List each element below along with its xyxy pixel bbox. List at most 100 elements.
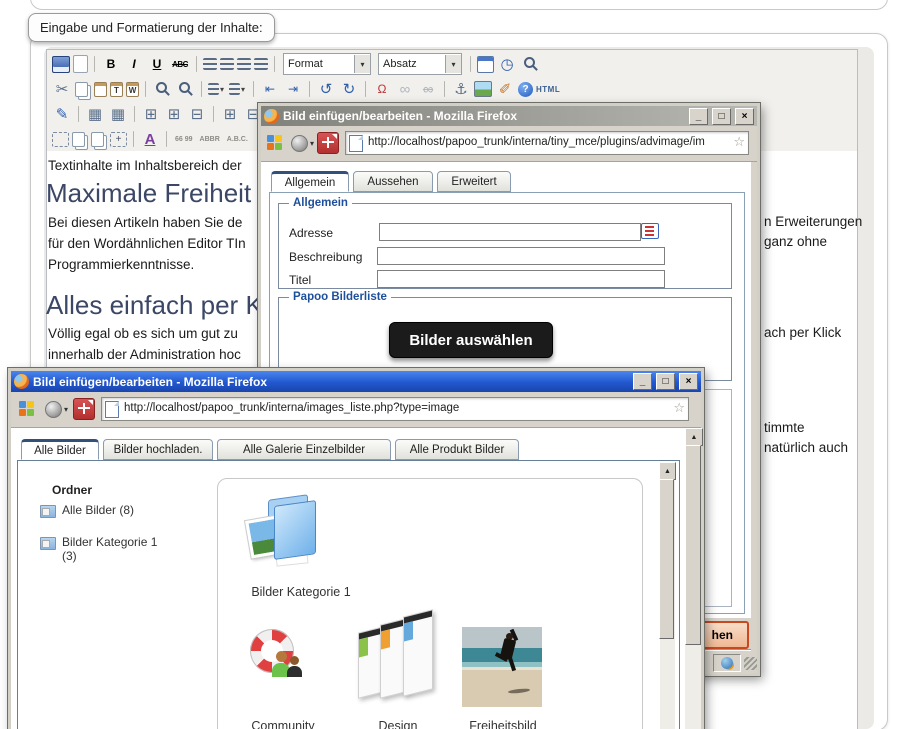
table-edit-icon[interactable]: ✎ [52,105,72,123]
minimize-button[interactable]: _ [633,373,652,390]
dialog-imageslist-titlebar[interactable]: Bild einfügen/bearbeiten - Mozilla Firef… [11,371,701,392]
redo-icon[interactable]: ↻ [339,80,359,98]
tab-alle-galerie-einzelbilder[interactable]: Alle Galerie Einzelbilder [217,439,391,460]
unlink-icon[interactable]: ∞ [418,80,438,98]
format-select[interactable]: Format ▾ [283,53,371,75]
image-icon[interactable] [474,81,492,97]
paste-icon[interactable] [94,82,107,97]
find-icon[interactable] [152,80,172,98]
bookmark-star-icon[interactable]: ☆ [733,134,745,150]
tab-bilder-hochladen[interactable]: Bilder hochladen. [103,439,213,460]
close-button[interactable]: × [679,373,698,390]
layer-forward-icon[interactable] [72,132,85,147]
link-icon[interactable]: ∞ [395,80,415,98]
save-icon[interactable] [52,56,70,73]
indent-icon[interactable]: ⇥ [283,80,303,98]
folder-item-bilder-kategorie-1[interactable]: Bilder Kategorie 1 (3) [40,535,180,563]
paste-word-icon[interactable]: W [126,82,139,97]
scrollbar-up-icon[interactable]: ▲ [659,462,676,480]
thumbnail-label[interactable]: Freiheitsbild [448,719,558,729]
tab-allgemein[interactable]: Allgemein [271,171,349,192]
thumbnail-design[interactable] [356,613,436,706]
align-left-icon[interactable] [203,58,217,70]
help-icon[interactable]: ? [518,82,533,97]
titel-input[interactable] [377,270,665,288]
align-center-icon[interactable] [220,58,234,70]
close-button[interactable]: × [735,108,754,125]
url-bar[interactable]: http://localhost/papoo_trunk/interna/tin… [345,131,749,155]
thumbnail-community[interactable] [248,627,310,689]
bilder-auswaehlen-button[interactable]: Bilder auswählen [389,322,553,358]
abbr-icon[interactable]: ABBR [198,130,222,148]
new-document-icon[interactable] [73,55,88,73]
folder-item-alle-bilder[interactable]: Alle Bilder (8) [40,503,134,518]
copy-icon[interactable] [75,82,88,97]
tab-alle-produkt-bilder[interactable]: Alle Produkt Bilder [395,439,519,460]
outdent-icon[interactable]: ⇤ [260,80,280,98]
find-replace-icon[interactable] [175,80,195,98]
dropdown-caret-icon[interactable]: ▾ [218,80,226,98]
table-props-icon[interactable]: ▦ [108,105,128,123]
chevron-down-icon[interactable]: ▾ [445,55,461,73]
italic-icon[interactable]: I [124,55,144,73]
scrollbar-up-icon[interactable]: ▲ [685,428,703,446]
thumbnail-freiheitsbild[interactable] [462,627,542,707]
align-right-icon[interactable] [237,58,251,70]
html-icon[interactable]: HTML [536,80,560,98]
adresse-input[interactable] [379,223,641,241]
url-bar[interactable]: http://localhost/papoo_trunk/interna/ima… [101,397,689,421]
beschreibung-input[interactable] [377,247,665,265]
papoo-bookmark-icon[interactable] [73,398,95,420]
cleanup-icon[interactable]: ✐ [495,80,515,98]
maximize-button[interactable]: □ [656,373,675,390]
maximize-button[interactable]: □ [712,108,731,125]
chevron-down-icon[interactable]: ▾ [64,405,68,414]
url-text[interactable]: http://localhost/papoo_trunk/interna/tin… [368,136,728,148]
dialog-advimage-titlebar[interactable]: Bild einfügen/bearbeiten - Mozilla Firef… [261,106,757,126]
paragraph-select[interactable]: Absatz ▾ [378,53,462,75]
tab-aussehen[interactable]: Aussehen [353,171,433,192]
browse-images-icon[interactable] [641,223,659,239]
papoo-grid-icon[interactable] [267,135,282,150]
bold-icon[interactable]: B [101,55,121,73]
visual-aid-icon[interactable] [52,132,69,147]
char-map-icon[interactable]: Ω [372,80,392,98]
layer-backward-icon[interactable] [91,132,104,147]
panel-scrollbar-thumb[interactable] [659,479,674,639]
globe-icon[interactable] [45,401,62,418]
bookmark-star-icon[interactable]: ☆ [673,400,685,416]
chevron-down-icon[interactable]: ▾ [354,55,370,73]
thumbnail-label[interactable]: Community [228,719,338,729]
minimize-button[interactable]: _ [689,108,708,125]
row-before-icon[interactable]: ⊞ [141,105,161,123]
acronym-icon[interactable]: A.B.C. [225,130,250,148]
tab-erweitert[interactable]: Erweitert [437,171,511,192]
papoo-bookmark-icon[interactable] [317,132,339,154]
align-justify-icon[interactable] [254,58,268,70]
anchor-icon[interactable]: ⚓ [451,80,471,98]
tab-alle-bilder[interactable]: Alle Bilder [21,439,99,460]
bilder-kategorie-folder-label[interactable]: Bilder Kategorie 1 [226,585,376,599]
insert-layer-icon[interactable]: + [110,132,127,147]
cut-icon[interactable]: ✂ [52,80,72,98]
bilder-kategorie-folder-icon[interactable] [246,489,318,575]
chevron-down-icon[interactable]: ▾ [310,139,314,148]
insert-date-icon[interactable] [477,56,494,73]
url-text[interactable]: http://localhost/papoo_trunk/interna/ima… [124,402,668,414]
style-props-icon[interactable]: A [140,130,160,148]
window-scrollbar-thumb[interactable] [685,445,701,645]
insert-time-icon[interactable]: ◷ [497,55,517,73]
preview-icon[interactable] [520,55,540,73]
row-delete-icon[interactable]: ⊟ [187,105,207,123]
row-after-icon[interactable]: ⊞ [164,105,184,123]
undo-icon[interactable]: ↺ [316,80,336,98]
table-icon[interactable]: ▦ [85,105,105,123]
resize-grip[interactable] [744,657,757,670]
strikethrough-icon[interactable]: ABC [170,55,190,73]
globe-icon[interactable] [291,135,308,152]
dropdown-caret-icon[interactable]: ▾ [239,80,247,98]
blockquote-icon[interactable]: 66 99 [173,130,195,148]
paste-text-icon[interactable]: T [110,82,123,97]
col-before-icon[interactable]: ⊞ [220,105,240,123]
papoo-grid-icon[interactable] [19,401,34,416]
